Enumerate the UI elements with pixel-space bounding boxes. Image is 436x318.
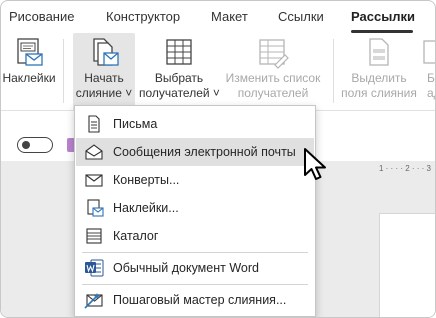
edit-recipient-list-button[interactable]: Изменить список получателей — [221, 33, 325, 111]
ribbon: Наклейки Начать слияние ˅ Выбрать получа… — [1, 33, 435, 111]
menu-item-letters[interactable]: Письма — [76, 110, 314, 138]
start-mail-merge-menu: Письма Сообщения электронной почты Конве… — [74, 105, 316, 317]
document-page[interactable] — [379, 213, 435, 317]
select-recipients-button[interactable]: Выбрать получателей ˅ — [139, 33, 220, 111]
group-divider — [333, 39, 334, 103]
start-mail-merge-icon — [88, 37, 120, 74]
tab-mailings[interactable]: Рассылки — [351, 9, 415, 24]
mouse-cursor-icon — [303, 147, 329, 188]
start-mail-merge-button[interactable]: Начать слияние ˅ — [73, 33, 135, 111]
menu-item-envelopes[interactable]: Конверты... — [76, 166, 314, 194]
address-block-icon — [421, 37, 435, 74]
labels-icon — [14, 37, 44, 74]
tab-design[interactable]: Конструктор — [106, 9, 180, 24]
menu-item-directory[interactable]: Каталог — [76, 222, 314, 250]
toggle-knob — [22, 141, 30, 149]
directory-icon — [84, 227, 104, 245]
menu-item-labels[interactable]: Наклейки... — [76, 194, 314, 222]
email-envelope-icon — [84, 143, 104, 161]
letter-icon — [84, 115, 104, 133]
menu-separator — [82, 252, 308, 253]
group-divider — [63, 39, 64, 103]
tab-layout[interactable]: Макет — [211, 9, 248, 24]
highlight-merge-fields-button[interactable]: Выделить поля слияния — [337, 33, 421, 111]
labels-button[interactable]: Наклейки — [1, 33, 57, 111]
toggle-switch[interactable] — [17, 137, 53, 153]
edit-recipients-icon — [257, 37, 289, 74]
word-icon — [84, 259, 104, 277]
select-recipients-icon — [164, 37, 194, 74]
menu-separator — [82, 284, 308, 285]
ribbon-tabs: Рисование Конструктор Макет Ссылки Рассы… — [1, 1, 435, 33]
tab-references[interactable]: Ссылки — [278, 9, 324, 24]
menu-item-step-by-step-wizard[interactable]: Пошаговый мастер слияния... — [76, 286, 314, 314]
address-block-button[interactable]: Б ад — [419, 33, 435, 111]
ruler: 1 · · · · 2 · · · 3 — [379, 164, 431, 173]
label-sheet-icon — [84, 199, 104, 217]
highlight-fields-icon — [365, 37, 393, 74]
menu-item-email-messages[interactable]: Сообщения электронной почты — [76, 138, 314, 166]
envelope-icon — [84, 171, 104, 189]
wizard-icon — [84, 291, 104, 309]
tab-draw[interactable]: Рисование — [9, 9, 74, 24]
menu-item-normal-word-document[interactable]: Обычный документ Word — [76, 254, 314, 282]
app-window: Рисование Конструктор Макет Ссылки Рассы… — [0, 0, 436, 318]
